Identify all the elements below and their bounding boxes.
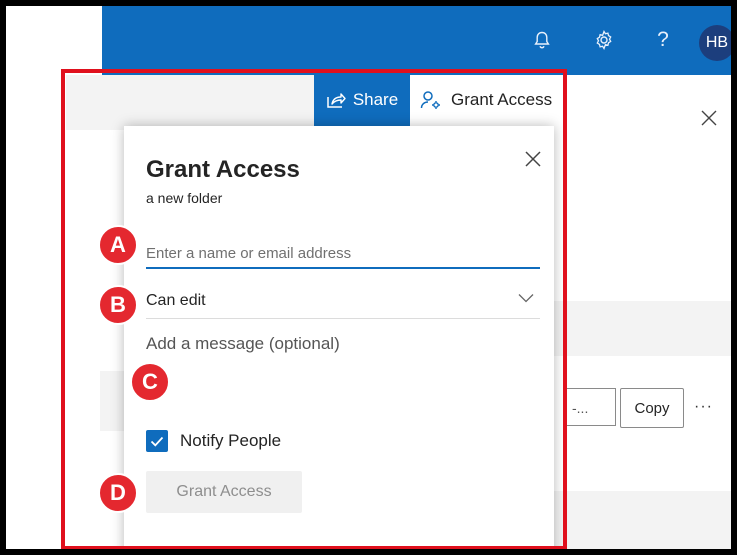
dialog-title: Grant Access bbox=[146, 156, 300, 183]
share-label: Share bbox=[352, 89, 399, 109]
close-icon[interactable] bbox=[700, 109, 718, 127]
notify-people-option[interactable]: Notify People bbox=[146, 430, 281, 452]
background-panel bbox=[66, 75, 326, 130]
marker-a: A bbox=[98, 225, 138, 265]
marker-b: B bbox=[98, 285, 138, 325]
checkmark-icon bbox=[150, 436, 164, 447]
grant-access-button[interactable]: Grant Access bbox=[146, 471, 302, 513]
message-field[interactable] bbox=[146, 334, 540, 404]
name-email-input[interactable] bbox=[146, 239, 540, 269]
background-panel bbox=[546, 301, 731, 356]
link-field[interactable]: -... bbox=[566, 388, 616, 426]
bell-icon[interactable] bbox=[532, 30, 552, 50]
notify-label: Notify People bbox=[180, 431, 282, 450]
permission-value: Can edit bbox=[146, 292, 206, 309]
chevron-down-icon bbox=[518, 294, 534, 303]
top-suite-bar: ? HB bbox=[102, 6, 731, 75]
permission-dropdown[interactable]: Can edit bbox=[146, 284, 540, 319]
user-avatar[interactable]: HB bbox=[699, 25, 731, 61]
close-icon[interactable] bbox=[524, 150, 542, 168]
gear-icon[interactable] bbox=[594, 30, 614, 50]
grant-access-tab-label: Grant Access bbox=[451, 89, 553, 109]
screenshot-canvas: ? HB Share Grant Access -... Copy ··· Gr… bbox=[6, 6, 731, 549]
more-options-icon[interactable]: ··· bbox=[694, 398, 713, 416]
share-icon bbox=[327, 92, 346, 108]
grant-access-tab[interactable]: Grant Access bbox=[412, 72, 552, 127]
marker-d: D bbox=[98, 473, 138, 513]
notify-checkbox[interactable] bbox=[146, 430, 168, 452]
share-button[interactable]: Share bbox=[314, 72, 410, 127]
grant-access-dialog: Grant Access a new folder Can edit Notif… bbox=[124, 126, 554, 549]
marker-c: C bbox=[130, 362, 170, 402]
dialog-subtitle: a new folder bbox=[146, 190, 223, 206]
copy-button[interactable]: Copy bbox=[620, 388, 684, 428]
person-settings-icon bbox=[420, 90, 440, 109]
help-icon[interactable]: ? bbox=[653, 29, 673, 50]
